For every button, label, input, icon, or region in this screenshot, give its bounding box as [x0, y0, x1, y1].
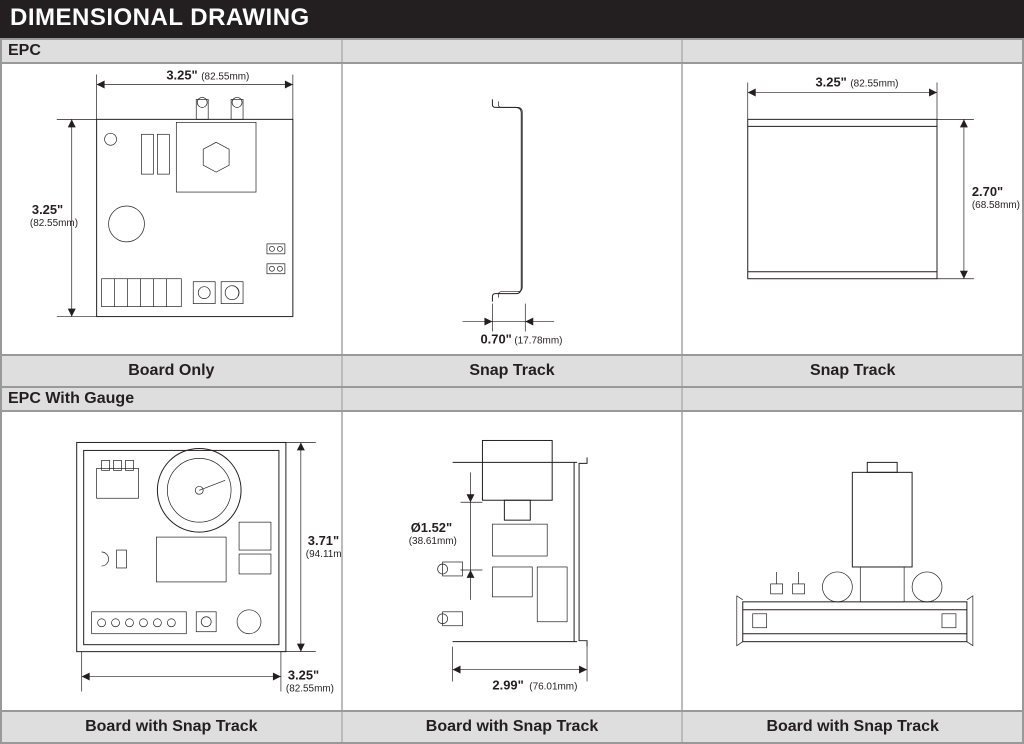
dim-snap-front-h-mm: (68.58mm) [972, 200, 1020, 211]
drawing-snaptrack-front: 3.25" (82.55mm) 2.70" (68.58mm) [683, 64, 1022, 354]
drawing-gauge-side: Ø1.52" (38.61mm) 2.99" (76.01mm) [343, 412, 682, 710]
dim-gauge-top-w-mm: (82.55mm) [286, 683, 334, 694]
dim-gauge-side-w: 2.99" [492, 677, 523, 692]
epc-gauge-figures-row: 3.71" (94.11mm) 3.25" (82.55mm) [0, 412, 1024, 710]
dim-gauge-top-h: 3.71" [308, 533, 339, 548]
figure-epc-board-only: 3.25" (82.55mm) 3.25" (82.55mm) [2, 64, 341, 354]
dim-snap-side-w-mm: (17.78mm) [514, 335, 562, 346]
section-header-cell: EPC [2, 40, 341, 62]
dim-epc-board-h-mm: (82.55mm) [30, 218, 78, 229]
title-text: DIMENSIONAL DRAWING [10, 4, 310, 31]
caption-epc-0: Board Only [2, 356, 341, 386]
caption-gauge-2: Board with Snap Track [683, 712, 1022, 742]
figure-epc-snaptrack-side: 0.70" (17.78mm) [341, 64, 684, 354]
drawing-epc-board: 3.25" (82.55mm) 3.25" (82.55mm) [2, 64, 341, 354]
dim-snap-front-w-mm: (82.55mm) [851, 78, 899, 89]
caption-gauge-0: Board with Snap Track [2, 712, 341, 742]
section-header-epc-gauge: EPC With Gauge [0, 388, 1024, 412]
section-name-epc-gauge: EPC With Gauge [8, 390, 134, 408]
dim-gauge-dia: Ø1.52" [410, 520, 451, 535]
dim-snap-side-w: 0.70" [480, 331, 511, 346]
epc-captions-row: Board Only Snap Track Snap Track [0, 354, 1024, 388]
dim-epc-board-w-mm: (82.55mm) [201, 72, 249, 83]
drawing-gauge-front [683, 412, 1022, 710]
dim-snap-front-h: 2.70" [972, 184, 1003, 199]
figure-gauge-board-top: 3.71" (94.11mm) 3.25" (82.55mm) [2, 412, 341, 710]
figure-epc-snaptrack-front: 3.25" (82.55mm) 2.70" (68.58mm) [683, 64, 1022, 354]
dim-gauge-side-w-mm: (76.01mm) [529, 681, 577, 692]
figure-gauge-board-front [683, 412, 1022, 710]
epc-gauge-captions-row: Board with Snap Track Board with Snap Tr… [0, 710, 1024, 744]
caption-epc-1: Snap Track [341, 356, 684, 386]
section-header-epc: EPC [0, 38, 1024, 64]
section-header-cell-2: EPC With Gauge [2, 388, 341, 410]
dim-epc-board-h: 3.25" [32, 202, 63, 217]
title-bar: DIMENSIONAL DRAWING [0, 0, 1024, 38]
dim-gauge-top-h-mm: (94.11mm) [306, 549, 341, 560]
caption-epc-2: Snap Track [683, 356, 1022, 386]
dim-gauge-top-w: 3.25" [288, 668, 319, 683]
figure-gauge-board-side: Ø1.52" (38.61mm) 2.99" (76.01mm) [341, 412, 684, 710]
dim-gauge-dia-mm: (38.61mm) [408, 536, 456, 547]
epc-figures-row: 3.25" (82.55mm) 3.25" (82.55mm) [0, 64, 1024, 354]
dim-snap-front-w: 3.25" [816, 74, 847, 89]
drawing-gauge-top: 3.71" (94.11mm) 3.25" (82.55mm) [2, 412, 341, 710]
caption-gauge-1: Board with Snap Track [341, 712, 684, 742]
drawing-snaptrack-side: 0.70" (17.78mm) [343, 64, 682, 354]
section-name-epc: EPC [8, 42, 41, 60]
dim-epc-board-w: 3.25" [166, 68, 197, 83]
